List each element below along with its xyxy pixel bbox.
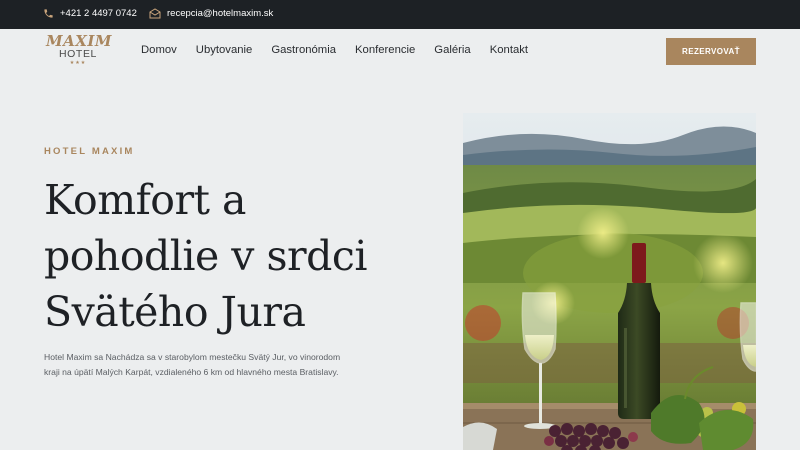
hero-description: Hotel Maxim sa Nachádza sa v starobylom …: [44, 352, 341, 377]
phone-contact[interactable]: +421 2 4497 0742: [43, 8, 137, 19]
headline-line-3: Svätého Jura: [44, 288, 306, 336]
headline-line-1: Komfort a: [44, 176, 247, 224]
main-header: MAXIM HOTEL ★★★ Domov Ubytovanie Gastron…: [0, 29, 800, 73]
hero-headline: Komfort a pohodlie v srdci Svätého Jura: [44, 172, 444, 340]
top-contact-bar: +421 2 4497 0742 recepcia@hotelmaxim.sk: [0, 0, 800, 29]
vineyard-wine-photo: [463, 113, 756, 450]
nav-item-konferencie[interactable]: Konferencie: [355, 44, 415, 56]
logo-subtitle: HOTEL: [58, 48, 97, 60]
reserve-button[interactable]: REZERVOVAŤ: [666, 38, 756, 65]
nav-item-kontakt[interactable]: Kontakt: [490, 44, 528, 56]
nav-item-gastronomia[interactable]: Gastronómia: [271, 44, 336, 56]
nav-item-domov[interactable]: Domov: [141, 44, 177, 56]
envelope-icon: [149, 8, 161, 19]
email-contact[interactable]: recepcia@hotelmaxim.sk: [149, 8, 273, 19]
main-nav: Domov Ubytovanie Gastronómia Konferencie…: [141, 44, 528, 56]
nav-item-ubytovanie[interactable]: Ubytovanie: [196, 44, 253, 56]
logo-stars: ★★★: [69, 60, 87, 66]
nav-item-galeria[interactable]: Galéria: [434, 44, 470, 56]
headline-line-2: pohodlie v srdci: [44, 232, 367, 280]
logo-brand: MAXIM: [46, 32, 113, 50]
hero-eyebrow: HOTEL MAXIM: [44, 146, 135, 157]
hotel-logo[interactable]: MAXIM HOTEL ★★★: [46, 32, 113, 69]
phone-icon: [43, 8, 54, 19]
email-address: recepcia@hotelmaxim.sk: [167, 8, 274, 19]
phone-number: +421 2 4497 0742: [60, 8, 137, 19]
